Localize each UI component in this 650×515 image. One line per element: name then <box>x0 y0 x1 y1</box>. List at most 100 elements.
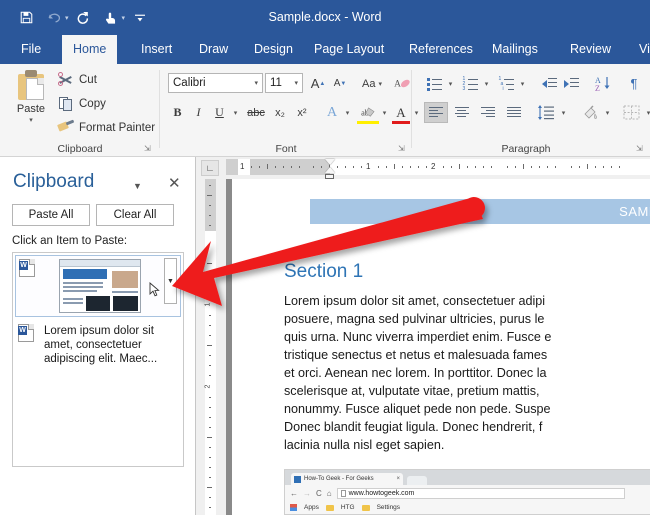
shading-button[interactable] <box>580 102 602 123</box>
left-margin-band <box>226 159 238 175</box>
numbering-dropdown-icon[interactable]: ▾ <box>481 73 492 94</box>
clipboard-dialog-launcher-icon[interactable]: ⇲ <box>144 144 154 154</box>
align-center-button[interactable] <box>450 102 474 123</box>
paste-button[interactable]: Paste ▾ <box>10 70 52 124</box>
shading-dropdown-icon[interactable]: ▾ <box>602 102 613 123</box>
clipboard-pane-hint: Click an Item to Paste: <box>12 235 128 247</box>
subscript-button[interactable]: x₂ <box>270 102 290 123</box>
clear-all-button[interactable]: Clear All <box>96 204 174 226</box>
highlight-dropdown-icon[interactable]: ▾ <box>379 102 390 123</box>
tab-stop-selector-button[interactable]: ∟ <box>201 160 219 176</box>
line-spacing-dropdown-icon[interactable]: ▾ <box>558 102 569 123</box>
browser-bookmarks-bar: Apps HTG Settings <box>285 501 650 514</box>
shrink-font-button[interactable]: A ▼ <box>330 73 350 94</box>
text-effects-dropdown-icon[interactable]: ▾ <box>342 102 353 123</box>
document-area[interactable]: SAMP Section 1 Lorem ipsum dolor sit ame… <box>226 179 650 515</box>
multilevel-list-button[interactable]: 1 a i <box>496 73 516 94</box>
folder-icon <box>361 504 370 511</box>
tab-file[interactable]: File <box>10 35 52 64</box>
tab-view[interactable]: Vi <box>628 35 650 64</box>
show-formatting-marks-button[interactable]: ¶ <box>624 73 644 94</box>
bookmark-apps: Apps <box>304 504 319 511</box>
copy-label: Copy <box>79 98 106 110</box>
align-left-button[interactable] <box>424 102 448 123</box>
tab-home[interactable]: Home <box>62 35 118 64</box>
italic-button[interactable]: I <box>189 102 208 123</box>
font-color-bar <box>392 121 410 124</box>
clear-formatting-button[interactable]: A <box>392 73 412 94</box>
font-size-dropdown-icon[interactable]: ▾ <box>294 79 298 87</box>
underline-button[interactable]: U <box>210 102 229 123</box>
font-name-box[interactable]: Calibri ▾ <box>168 73 263 93</box>
paste-dropdown-icon[interactable]: ▾ <box>10 116 52 124</box>
tab-review[interactable]: Review <box>559 35 622 64</box>
horizontal-ruler-track: 1 1 2 <box>226 159 650 175</box>
strikethrough-button[interactable]: abc <box>244 102 268 123</box>
apps-grid-icon <box>290 504 297 511</box>
bullets-button[interactable] <box>424 73 444 94</box>
word-window: ▾ ▾ Sample.docx - Word File Home Insert … <box>0 0 650 515</box>
sort-button[interactable]: AZ <box>592 71 614 95</box>
copy-icon <box>58 96 74 112</box>
vertical-ruler[interactable]: 1 2 <box>204 179 216 515</box>
section-heading: Section 1 <box>284 261 364 282</box>
copy-button[interactable]: Copy <box>58 96 106 112</box>
bullets-dropdown-icon[interactable]: ▾ <box>445 73 456 94</box>
text-highlight-button[interactable]: ab <box>357 100 379 124</box>
browser-forward-icon: → <box>303 488 311 498</box>
clipboard-items-list: W ▼ W Lorem ipsum dolor sit amet, consec… <box>12 252 184 467</box>
clipboard-pane-menu-icon[interactable]: ▼ <box>133 181 142 191</box>
bold-button[interactable]: B <box>168 102 187 123</box>
browser-toolbar: ← → C ⌂ www.howtogeek.com <box>285 485 650 501</box>
ribbon: Paste ▾ Cut Copy Format Painter Clipboar… <box>0 64 650 157</box>
tab-design[interactable]: Design <box>243 35 304 64</box>
line-spacing-button[interactable] <box>535 102 557 123</box>
paintbrush-icon <box>57 119 75 136</box>
change-case-button[interactable]: Aa ▾ <box>357 73 387 94</box>
decrease-indent-button[interactable] <box>539 73 560 94</box>
clipboard-pane-close-icon[interactable]: ✕ <box>168 174 181 192</box>
clipboard-item-image[interactable]: W ▼ <box>15 255 181 317</box>
borders-dropdown-icon[interactable]: ▾ <box>643 102 650 123</box>
borders-button[interactable] <box>620 102 642 123</box>
align-center-icon <box>454 106 470 119</box>
tab-draw[interactable]: Draw <box>188 35 239 64</box>
hanging-indent-marker[interactable] <box>325 167 335 173</box>
first-line-indent-marker[interactable] <box>325 159 335 165</box>
bookmark-htg: HTG <box>340 504 355 511</box>
browser-back-icon: ← <box>290 488 298 498</box>
tab-references[interactable]: References <box>398 35 484 64</box>
tab-mailings[interactable]: Mailings <box>481 35 549 64</box>
font-size-box[interactable]: 11 ▾ <box>265 73 303 93</box>
grow-font-button[interactable]: A ▲ <box>308 73 328 94</box>
clipboard-group-label: Clipboard <box>57 143 103 155</box>
justify-button[interactable] <box>502 102 526 123</box>
horizontal-ruler[interactable]: 1 1 2 <box>226 157 650 179</box>
font-color-button[interactable]: A <box>392 100 410 124</box>
document-page: SAMP Section 1 Lorem ipsum dolor sit ame… <box>232 179 650 515</box>
font-name-dropdown-icon[interactable]: ▾ <box>254 79 258 87</box>
vertical-ruler-number: 2 <box>204 384 212 389</box>
paragraph-dialog-launcher-icon[interactable]: ⇲ <box>636 144 646 154</box>
paste-all-button[interactable]: Paste All <box>12 204 90 226</box>
scissors-icon <box>58 72 74 88</box>
tab-page-layout[interactable]: Page Layout <box>303 35 395 64</box>
bookmark-settings: Settings <box>376 504 401 511</box>
align-right-icon <box>480 106 496 119</box>
numbering-button[interactable]: 1 2 3 <box>460 73 480 94</box>
superscript-button[interactable]: x² <box>292 102 312 123</box>
format-painter-button[interactable]: Format Painter <box>57 119 155 136</box>
align-right-button[interactable] <box>476 102 500 123</box>
cut-button[interactable]: Cut <box>58 72 97 88</box>
multilevel-dropdown-icon[interactable]: ▾ <box>517 73 528 94</box>
browser-tab-close-icon: × <box>396 476 400 482</box>
clipboard-item-dropdown-icon[interactable]: ▼ <box>164 258 177 304</box>
underline-dropdown-icon[interactable]: ▾ <box>230 102 241 123</box>
increase-indent-button[interactable] <box>561 73 582 94</box>
tab-insert[interactable]: Insert <box>130 35 183 64</box>
clipboard-item-text[interactable]: W Lorem ipsum dolor sit amet, consectetu… <box>15 321 181 369</box>
bullet-list-icon <box>426 77 442 91</box>
font-dialog-launcher-icon[interactable]: ⇲ <box>398 144 408 154</box>
text-effects-button[interactable]: A <box>322 102 342 123</box>
horizontal-ruler-number: 2 <box>431 162 436 171</box>
